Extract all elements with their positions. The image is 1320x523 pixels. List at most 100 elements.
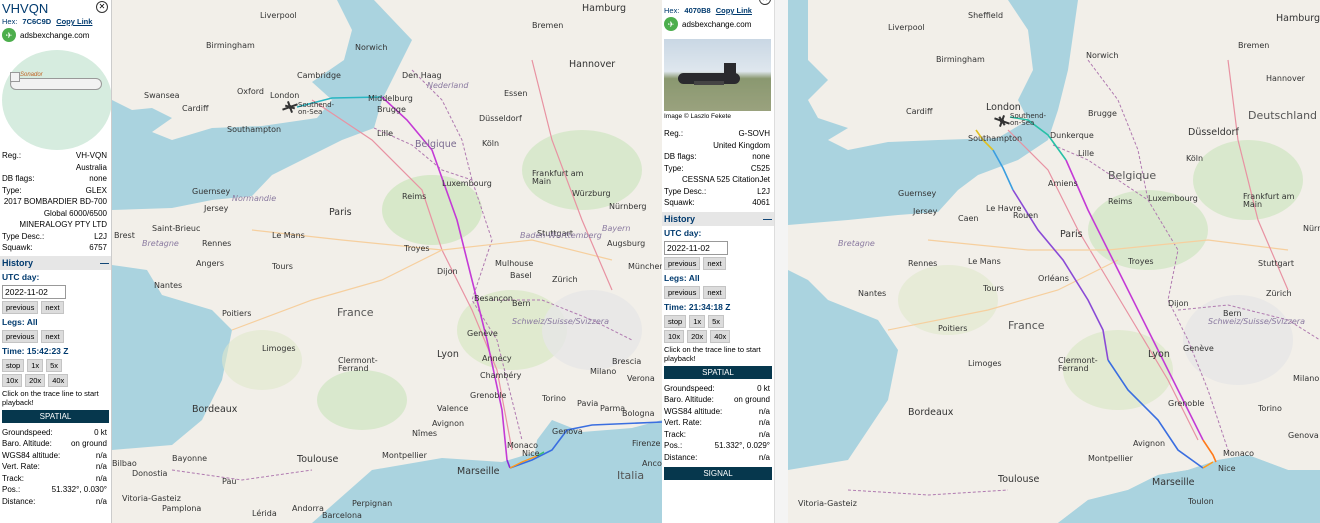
speed-40x-button[interactable]: 40x [710, 329, 731, 343]
speed-20x-button[interactable]: 20x [25, 373, 46, 387]
operator-logo-text: Sonador [20, 72, 43, 78]
legs-label: Legs: All [664, 272, 700, 283]
utc-day-label: UTC day: [2, 271, 40, 282]
map-label: Norwich [1086, 51, 1119, 60]
utc-day-input[interactable]: 2022-11-02 [664, 240, 728, 255]
collapse-icon[interactable]: — [100, 258, 109, 268]
speed-5x-button[interactable]: 5x [708, 314, 725, 328]
map-label: Chambéry [480, 371, 522, 380]
map-label: Paris [1060, 229, 1083, 240]
speed-1x-button[interactable]: 1x [689, 314, 706, 328]
stop-button[interactable]: stop [2, 358, 25, 372]
map-label: Norwich [355, 43, 388, 52]
map-label: Caen [958, 214, 979, 223]
map-right-canvas[interactable] [788, 0, 1320, 523]
map-left-canvas[interactable] [112, 0, 662, 523]
map-label: Poitiers [222, 309, 252, 318]
playback-note: Click on the trace line to start playbac… [2, 388, 99, 407]
close-icon[interactable]: ✕ [759, 0, 771, 5]
map-label: Vitoria-Gasteiz [122, 494, 181, 503]
map-label: Bretagne [142, 239, 179, 248]
spatial-row: WGS84 altitude: n/a [2, 450, 107, 460]
speed-10x-button[interactable]: 10x [2, 373, 23, 387]
map-label: Limoges [262, 344, 296, 353]
time-label: Time: 15:42:23 Z [2, 345, 69, 356]
history-header[interactable]: History — [662, 211, 774, 226]
map-label: Italia [617, 469, 645, 482]
hex-label: Hex: [2, 17, 18, 26]
map-left[interactable]: Liverpool Birmingham Norwich Cambridge O… [112, 0, 662, 523]
map-label: Le Mans [968, 257, 1001, 266]
detail-row: DB flags: none [664, 152, 770, 161]
detail-row: Reg.: G-SOVH [664, 129, 770, 138]
map-label: Birmingham [206, 41, 255, 50]
speed-20x-button[interactable]: 20x [687, 329, 708, 343]
map-label: Oxford [237, 87, 264, 96]
previous-day-button[interactable]: previous [2, 300, 39, 314]
map-label: Bilbao [112, 459, 137, 468]
map-label: Toulon [1188, 497, 1214, 506]
map-label: Bremen [532, 21, 564, 30]
utc-day-input[interactable]: 2022-11-02 [2, 284, 66, 299]
map-right[interactable]: Liverpool Sheffield Birmingham Norwich C… [788, 0, 1320, 523]
map-label: Genova [1288, 431, 1319, 440]
map-label: Düsseldorf [479, 114, 522, 123]
map-label: Monaco [507, 441, 539, 450]
collapse-icon[interactable]: — [763, 214, 772, 224]
source-name[interactable]: adsbexchange.com [20, 31, 89, 40]
copy-link[interactable]: Copy Link [56, 17, 92, 26]
map-label: Parma [600, 404, 626, 413]
copy-link[interactable]: Copy Link [716, 6, 752, 15]
speed-5x-button[interactable]: 5x [46, 358, 63, 372]
detail-row: Squawk: 4061 [664, 198, 770, 207]
map-label: Troyes [404, 244, 430, 253]
map-label: Nice [1218, 464, 1236, 473]
speed-40x-button[interactable]: 40x [48, 373, 69, 387]
map-label: Jersey [204, 204, 229, 213]
speed-1x-button[interactable]: 1x [27, 358, 44, 372]
previous-day-button[interactable]: previous [664, 256, 701, 270]
adsbx-logo-icon: ✈ [664, 17, 678, 31]
hex-line: Hex: 4070B8 Copy Link [662, 6, 774, 15]
jet-wing-icon [694, 81, 724, 85]
stop-button[interactable]: stop [664, 314, 687, 328]
map-label: Troyes [1128, 257, 1154, 266]
detail-row: Squawk: 6757 [2, 243, 107, 252]
next-day-button[interactable]: next [41, 300, 64, 314]
map-label: Belgique [415, 139, 457, 150]
previous-leg-button[interactable]: previous [2, 329, 39, 343]
next-day-button[interactable]: next [703, 256, 726, 270]
map-label: Brugge [377, 105, 406, 114]
map-label: Southend-on-Sea [298, 101, 335, 116]
close-icon[interactable]: ✕ [96, 1, 108, 13]
signal-header[interactable]: SIGNAL [664, 467, 772, 480]
map-label: Guernsey [192, 187, 231, 196]
callsign: VHVQN [2, 1, 49, 16]
map-label: Verona [627, 374, 655, 383]
source-name[interactable]: adsbexchange.com [682, 20, 751, 29]
jet-tail-icon [724, 63, 736, 77]
spatial-header[interactable]: SPATIAL [2, 409, 109, 423]
spatial-row: Distance: n/a [664, 452, 770, 462]
previous-leg-button[interactable]: previous [664, 285, 701, 299]
map-label: Nantes [154, 281, 183, 290]
map-label: Hannover [1266, 74, 1305, 83]
map-label: Monaco [1223, 449, 1255, 458]
history-label: History [2, 257, 34, 268]
map-label: Rouen [1013, 211, 1039, 220]
next-leg-button[interactable]: next [41, 329, 64, 343]
details-list: Reg.: VH-VQN Australia DB flags: none Type… [0, 150, 111, 254]
next-leg-button[interactable]: next [703, 285, 726, 299]
speed-10x-button[interactable]: 10x [664, 329, 685, 343]
map-label: Orléans [1038, 274, 1069, 283]
map-label: Grenoble [470, 391, 507, 400]
map-label: Dijon [1168, 299, 1189, 308]
history-header[interactable]: History — [0, 255, 111, 270]
detail-row: Reg.: VH-VQN [2, 151, 107, 160]
map-label: Lille [377, 129, 394, 138]
hex-value: 4070B8 [684, 6, 711, 15]
map-label: Brugge [1088, 109, 1117, 118]
map-label: Dunkerque [1050, 131, 1094, 140]
map-label: Bremen [1238, 41, 1270, 50]
spatial-header[interactable]: SPATIAL [664, 365, 772, 379]
